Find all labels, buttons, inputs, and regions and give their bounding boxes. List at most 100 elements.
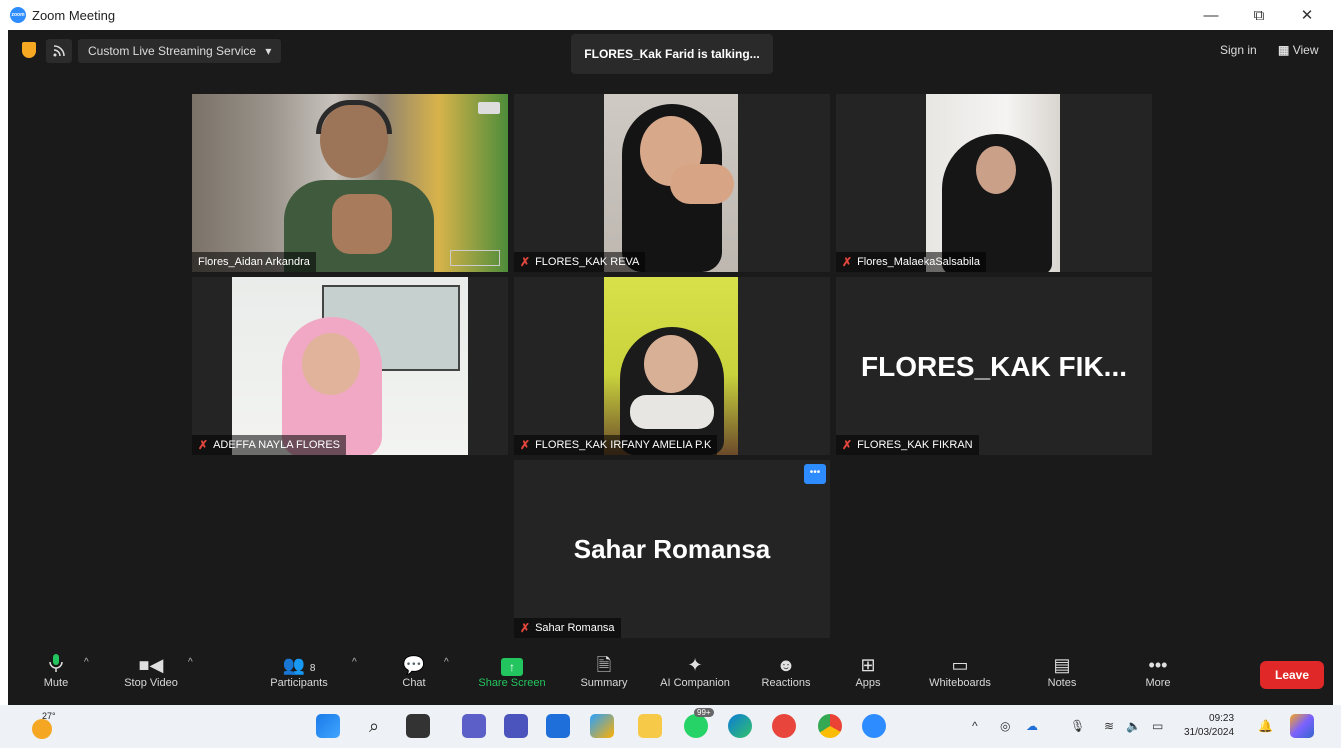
summary-icon: 🗎 bbox=[596, 655, 612, 675]
share-screen-button[interactable]: ↑ Share Screen bbox=[472, 653, 552, 689]
battery-icon[interactable]: ▭ bbox=[1152, 719, 1163, 733]
share-screen-icon: ↑ bbox=[472, 653, 552, 677]
whiteboard-icon: ▭ bbox=[951, 655, 969, 675]
notes-icon: ▤ bbox=[1053, 655, 1071, 675]
chat-label: Chat bbox=[402, 677, 426, 689]
participant-tile[interactable]: ✗ ADEFFA NAYLA FLORES bbox=[192, 277, 508, 455]
restore-button[interactable]: ⧉ bbox=[1235, 7, 1283, 24]
participants-button[interactable]: 👥 8 Participants bbox=[264, 653, 334, 689]
apps-icon: ⊞ bbox=[860, 655, 876, 675]
file-explorer-icon[interactable] bbox=[638, 714, 662, 738]
sign-in-link[interactable]: Sign in bbox=[1220, 43, 1257, 57]
window-title: Zoom Meeting bbox=[32, 7, 116, 23]
teams-work-icon[interactable] bbox=[504, 714, 528, 738]
os-taskbar: 27° ⌕ 99+ ^ ◎ ☁ 🎙 ≋ 🔈 ▭ 09:23 31/03/2024… bbox=[0, 705, 1341, 748]
live-stream-icon[interactable] bbox=[46, 39, 72, 63]
clock-time: 09:23 bbox=[1209, 713, 1235, 724]
more-label: More bbox=[1145, 677, 1171, 689]
more-dots-icon: ••• bbox=[1148, 655, 1168, 675]
summary-button[interactable]: 🗎 Summary bbox=[574, 653, 634, 689]
notification-bell-icon[interactable]: 🔔 bbox=[1258, 719, 1273, 733]
share-screen-label: Share Screen bbox=[478, 677, 546, 689]
mute-label: Mute bbox=[43, 677, 69, 689]
muted-mic-icon: ✗ bbox=[520, 438, 531, 452]
chevron-up-icon[interactable]: ^ bbox=[972, 719, 978, 733]
participant-tile[interactable]: ••• Sahar Romansa ✗ Sahar Romansa bbox=[514, 460, 830, 638]
store-icon[interactable] bbox=[546, 714, 570, 738]
wps-office-icon[interactable] bbox=[772, 714, 796, 738]
chrome-icon[interactable] bbox=[818, 714, 842, 738]
participant-name: Flores_MalaekaSalsabila bbox=[857, 256, 980, 268]
summary-label: Summary bbox=[580, 677, 628, 689]
more-button[interactable]: ••• More bbox=[1138, 653, 1178, 689]
chat-button[interactable]: 💬 Chat bbox=[394, 653, 434, 689]
mute-button[interactable]: Mute bbox=[36, 653, 76, 689]
ai-companion-label: AI Companion bbox=[660, 677, 730, 689]
participant-tile[interactable]: ✗ Flores_MalaekaSalsabila bbox=[836, 94, 1152, 272]
copilot-icon[interactable] bbox=[590, 714, 614, 738]
search-icon[interactable]: ⌕ bbox=[362, 714, 386, 738]
system-clock[interactable]: 09:23 31/03/2024 bbox=[1184, 712, 1234, 740]
active-speaker-banner: FLORES_Kak Farid is talking... bbox=[571, 34, 773, 74]
apps-label: Apps bbox=[855, 677, 881, 689]
speaker-icon[interactable]: 🔈 bbox=[1126, 719, 1141, 733]
whiteboards-button[interactable]: ▭ Whiteboards bbox=[920, 653, 1000, 689]
minimize-button[interactable]: — bbox=[1187, 7, 1235, 24]
security-shield-icon[interactable] bbox=[22, 42, 36, 58]
close-button[interactable]: ✕ bbox=[1283, 6, 1331, 24]
participant-tile[interactable]: Flores_Aidan Arkandra bbox=[192, 94, 508, 272]
colorful-app-icon[interactable] bbox=[1290, 714, 1314, 738]
participant-name-label: ✗ Flores_MalaekaSalsabila bbox=[836, 252, 986, 272]
meeting-toolbar: Mute ^ ■◀ Stop Video ^ 👥 8 Participants … bbox=[8, 647, 1333, 705]
emoji-icon: ☻ bbox=[776, 655, 796, 675]
chevron-up-icon[interactable]: ^ bbox=[188, 657, 193, 668]
microphone-tray-icon[interactable]: 🎙 bbox=[1070, 719, 1085, 733]
weather-widget[interactable]: 27° bbox=[30, 711, 60, 741]
chevron-down-icon: ▾ bbox=[265, 44, 272, 58]
reactions-button[interactable]: ☻ Reactions bbox=[756, 653, 816, 689]
participant-name: FLORES_KAK REVA bbox=[535, 256, 640, 268]
view-button[interactable]: ▦ View bbox=[1278, 43, 1318, 57]
live-streaming-service-dropdown[interactable]: Custom Live Streaming Service ▾ bbox=[78, 39, 282, 63]
notes-button[interactable]: ▤ Notes bbox=[1042, 653, 1082, 689]
onedrive-cloud-icon[interactable]: ☁ bbox=[1026, 719, 1038, 733]
temperature-label: 27° bbox=[42, 711, 56, 721]
leave-button[interactable]: Leave bbox=[1260, 661, 1324, 689]
edge-icon[interactable] bbox=[728, 714, 752, 738]
whatsapp-badge: 99+ bbox=[694, 708, 714, 717]
chevron-up-icon[interactable]: ^ bbox=[444, 657, 449, 668]
apps-button[interactable]: ⊞ Apps bbox=[850, 653, 886, 689]
participant-name-label: ✗ Sahar Romansa bbox=[514, 618, 621, 638]
wifi-icon[interactable]: ≋ bbox=[1104, 719, 1114, 733]
windows-start-icon[interactable] bbox=[316, 714, 340, 738]
sync-icon[interactable]: ◎ bbox=[1000, 719, 1010, 733]
participant-video bbox=[232, 277, 468, 455]
task-view-icon[interactable] bbox=[406, 714, 430, 738]
muted-mic-icon: ✗ bbox=[198, 438, 209, 452]
chevron-up-icon[interactable]: ^ bbox=[84, 657, 89, 668]
clock-date: 31/03/2024 bbox=[1184, 727, 1235, 738]
participant-tile[interactable]: ✗ FLORES_KAK REVA bbox=[514, 94, 830, 272]
participant-name: Flores_Aidan Arkandra bbox=[198, 256, 310, 268]
zoom-taskbar-icon[interactable] bbox=[862, 714, 886, 738]
participant-tile[interactable]: FLORES_KAK FIK... ✗ FLORES_KAK FIKRAN bbox=[836, 277, 1152, 455]
chevron-up-icon[interactable]: ^ bbox=[352, 657, 357, 668]
participant-tile[interactable]: ✗ FLORES_KAK IRFANY AMELIA P.K bbox=[514, 277, 830, 455]
participant-big-name: FLORES_KAK FIK... bbox=[860, 351, 1127, 382]
whatsapp-icon[interactable]: 99+ bbox=[684, 708, 714, 738]
sparkle-icon: ✦ bbox=[687, 655, 703, 675]
stop-video-button[interactable]: ■◀ Stop Video bbox=[116, 653, 186, 689]
participants-icon: 👥 8 bbox=[282, 655, 316, 675]
more-options-icon[interactable]: ••• bbox=[804, 464, 826, 484]
participant-video bbox=[604, 277, 738, 455]
ai-companion-button[interactable]: ✦ AI Companion bbox=[650, 653, 740, 689]
teams-icon[interactable] bbox=[462, 714, 486, 738]
zoom-logo-icon: zoom bbox=[10, 7, 26, 23]
participant-name: FLORES_KAK FIKRAN bbox=[857, 439, 973, 451]
grid-view-icon: ▦ bbox=[1278, 43, 1290, 57]
muted-mic-icon: ✗ bbox=[842, 255, 853, 269]
muted-mic-icon: ✗ bbox=[842, 438, 853, 452]
participants-label: Participants bbox=[270, 677, 328, 689]
live-streaming-service-label: Custom Live Streaming Service bbox=[88, 44, 257, 58]
participant-video bbox=[192, 94, 508, 272]
